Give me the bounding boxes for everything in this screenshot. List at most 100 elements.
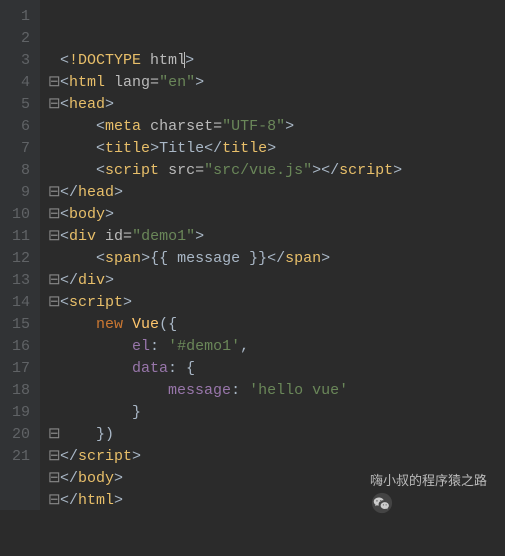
code-line[interactable]: ⊟<head> <box>48 94 505 116</box>
token-punct: < <box>60 96 69 113</box>
line-number: 3 <box>12 50 30 72</box>
line-number: 7 <box>12 138 30 160</box>
token-punct: > <box>393 162 402 179</box>
token-punct: </ <box>60 184 78 201</box>
token-punct: < <box>96 162 105 179</box>
token-tag: body <box>78 470 114 487</box>
code-line[interactable]: } <box>48 402 505 424</box>
token-punct: : <box>150 338 168 355</box>
code-line[interactable]: ⊟<script> <box>48 292 505 314</box>
token-str: "UTF-8" <box>222 118 285 135</box>
token-punct: > <box>132 448 141 465</box>
token-punct: }) <box>96 426 114 443</box>
line-number: 11 <box>12 226 30 248</box>
fold-toggle-icon <box>48 402 60 424</box>
token-punct: > <box>195 74 204 91</box>
token-punct: </ <box>60 448 78 465</box>
line-number: 19 <box>12 402 30 424</box>
token-kw: new <box>96 316 132 333</box>
fold-toggle-icon[interactable]: ⊟ <box>48 292 60 314</box>
line-number: 20 <box>12 424 30 446</box>
fold-toggle-icon <box>48 336 60 358</box>
line-number: 13 <box>12 270 30 292</box>
token-tag: script <box>105 162 168 179</box>
token-punct: < <box>60 52 69 69</box>
line-number: 9 <box>12 182 30 204</box>
token-punct: < <box>60 74 69 91</box>
token-punct: > <box>105 96 114 113</box>
line-number: 8 <box>12 160 30 182</box>
token-punct: } <box>132 404 141 421</box>
line-number: 5 <box>12 94 30 116</box>
fold-toggle-icon[interactable]: ⊟ <box>48 182 60 204</box>
token-tag: div <box>78 272 105 289</box>
fold-toggle-icon[interactable]: ⊟ <box>48 446 60 468</box>
fold-toggle-icon <box>48 380 60 402</box>
token-tag: title <box>222 140 267 157</box>
code-editor[interactable]: 123456789101112131415161718192021 <!DOCT… <box>0 0 505 510</box>
token-punct: > <box>195 228 204 245</box>
code-line[interactable]: ⊟</script> <box>48 446 505 468</box>
token-punct: < <box>96 118 105 135</box>
token-plain: {{ message }} <box>150 250 267 267</box>
token-tag: meta <box>105 118 150 135</box>
fold-toggle-icon <box>48 138 60 160</box>
code-line[interactable]: ⊟ }) <box>48 424 505 446</box>
code-line[interactable]: ⊟<html lang="en"> <box>48 72 505 94</box>
code-line[interactable]: message: 'hello vue' <box>48 380 505 402</box>
fold-toggle-icon[interactable]: ⊟ <box>48 94 60 116</box>
fold-toggle-icon[interactable]: ⊟ <box>48 468 60 490</box>
fold-toggle-icon[interactable]: ⊟ <box>48 72 60 94</box>
token-plain: Title <box>159 140 204 157</box>
token-punct: : <box>231 382 249 399</box>
code-line[interactable]: <meta charset="UTF-8"> <box>48 116 505 138</box>
code-line[interactable]: data: { <box>48 358 505 380</box>
line-number: 18 <box>12 380 30 402</box>
token-punct: : { <box>168 360 195 377</box>
line-number: 2 <box>12 28 30 50</box>
token-punct: > <box>150 140 159 157</box>
code-line[interactable]: ⊟</head> <box>48 182 505 204</box>
token-tag: script <box>69 294 123 311</box>
fold-toggle-icon[interactable]: ⊟ <box>48 424 60 446</box>
fold-toggle-icon[interactable]: ⊟ <box>48 270 60 292</box>
code-line[interactable]: new Vue({ <box>48 314 505 336</box>
token-punct: ></ <box>312 162 339 179</box>
code-line[interactable]: ⊟</html> <box>48 490 505 512</box>
token-punct: ({ <box>159 316 177 333</box>
fold-toggle-icon[interactable]: ⊟ <box>48 204 60 226</box>
code-line[interactable]: <!DOCTYPE html> <box>48 50 505 72</box>
token-punct: > <box>114 184 123 201</box>
token-attr: id= <box>105 228 132 245</box>
code-line[interactable]: <title>Title</title> <box>48 138 505 160</box>
line-number: 1 <box>12 6 30 28</box>
token-attr: lang= <box>114 74 159 91</box>
fold-toggle-icon <box>48 160 60 182</box>
token-punct: < <box>60 206 69 223</box>
line-number: 21 <box>12 446 30 468</box>
code-line[interactable]: el: '#demo1', <box>48 336 505 358</box>
code-line[interactable]: <span>{{ message }}</span> <box>48 248 505 270</box>
code-line[interactable]: ⊟<div id="demo1"> <box>48 226 505 248</box>
code-area[interactable]: <!DOCTYPE html>⊟<html lang="en">⊟<head> … <box>40 0 505 510</box>
fold-toggle-icon[interactable]: ⊟ <box>48 490 60 512</box>
token-punct: > <box>285 118 294 135</box>
code-line[interactable]: ⊟<body> <box>48 204 505 226</box>
token-punct: > <box>185 52 194 69</box>
token-punct: > <box>114 470 123 487</box>
code-line[interactable]: <script src="src/vue.js"></script> <box>48 160 505 182</box>
line-number: 4 <box>12 72 30 94</box>
code-line[interactable]: ⊟</div> <box>48 270 505 292</box>
token-tag: head <box>69 96 105 113</box>
token-attr: html <box>150 52 186 69</box>
token-tag: !DOCTYPE <box>69 52 150 69</box>
token-tag: span <box>105 250 141 267</box>
fold-toggle-icon <box>48 314 60 336</box>
token-prop: el <box>132 338 150 355</box>
token-punct: > <box>321 250 330 267</box>
token-tag: body <box>69 206 105 223</box>
token-tag: html <box>78 492 114 509</box>
token-punct: </ <box>60 272 78 289</box>
fold-toggle-icon[interactable]: ⊟ <box>48 226 60 248</box>
token-tag: script <box>339 162 393 179</box>
